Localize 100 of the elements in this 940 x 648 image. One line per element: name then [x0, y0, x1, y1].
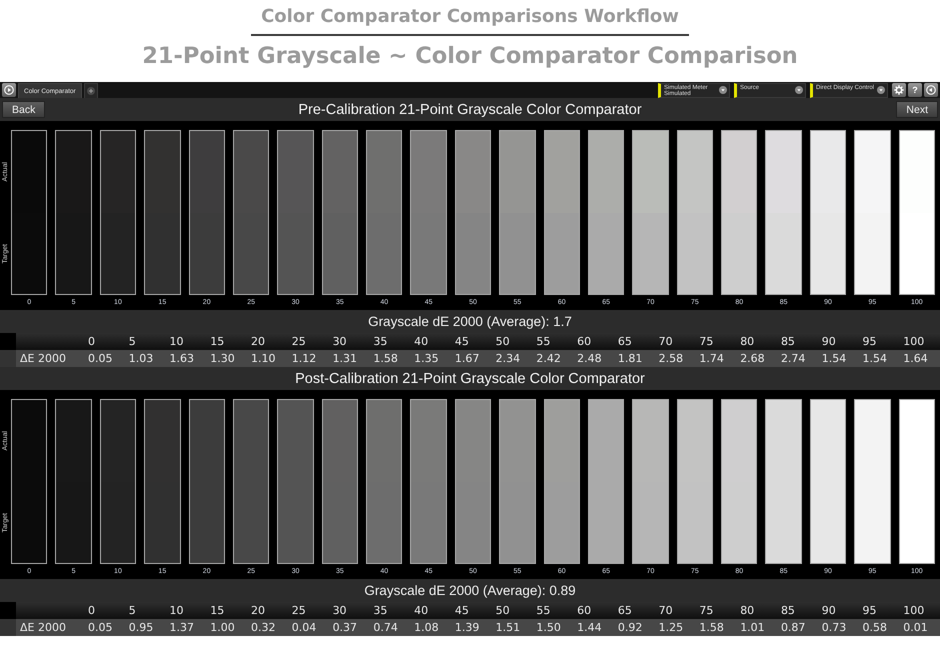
table-cell-text: 1.31 [332, 352, 358, 365]
table-cell-text: 2.34 [494, 352, 522, 365]
column-header: 10 [168, 335, 185, 348]
table-cell-text: 1.10 [250, 352, 277, 365]
column-header: 90 [820, 604, 837, 617]
row-selector [0, 619, 16, 636]
table-cell-text: 0.37 [332, 621, 358, 634]
column-header: 85 [780, 604, 796, 617]
play-button[interactable] [2, 83, 16, 97]
table-cell-text: 1.58 [372, 352, 399, 365]
table-cell-text: 1.54 [820, 352, 848, 365]
table-cell-text: 1.12 [290, 352, 318, 365]
table-cell-text: 0.05 [87, 621, 114, 634]
column-header: 40 [413, 604, 430, 617]
column-header: 95 [861, 604, 878, 617]
column-header: 70 [658, 335, 674, 348]
column-header: 65 [616, 604, 633, 617]
table-cell-text: 2.58 [658, 352, 684, 365]
column-header: 60 [576, 604, 592, 617]
table-cell-text: 1.63 [168, 352, 196, 365]
table-cell-text: 1.37 [168, 621, 196, 634]
column-header: 60 [576, 335, 592, 348]
column-header: 55 [535, 335, 552, 348]
column-header: 30 [332, 604, 348, 617]
table-cell-text: 1.74 [698, 352, 725, 365]
table-cell-text: 0.05 [87, 352, 114, 365]
column-header: 15 [209, 604, 226, 617]
table-cell-text: 1.39 [454, 621, 480, 634]
table-cell-text: 1.30 [209, 352, 236, 365]
column-header: 0 [87, 604, 96, 617]
section-title: Post-Calibration 21-Point Grayscale Color Comparator [295, 370, 645, 386]
table-cell-text: 1.51 [494, 621, 522, 634]
table-cell-text: 0.32 [250, 621, 277, 634]
column-header: 70 [658, 604, 674, 617]
table-cell-text: 1.35 [413, 352, 440, 365]
table-cell-text: 0.01 [902, 621, 929, 634]
column-header: 15 [209, 335, 226, 348]
column-header: 90 [820, 335, 837, 348]
new-tab-button[interactable] [84, 83, 98, 98]
table-cell-text: 0.58 [861, 621, 888, 634]
table-cell-text: 1.08 [413, 621, 440, 634]
corner-cell [0, 602, 16, 619]
next-button[interactable]: Next [896, 101, 938, 118]
column-header: 20 [250, 335, 266, 348]
column-header: 100 [902, 604, 926, 617]
average-summary: Grayscale dE 2000 (Average): 0.89 [364, 583, 576, 598]
table-cell-text: 0.92 [616, 621, 644, 634]
table-cell-text: 0.74 [372, 621, 399, 634]
column-header: 35 [372, 335, 388, 348]
table-cell-text: 0.04 [290, 621, 318, 634]
column-header: 20 [250, 604, 266, 617]
plus-icon [86, 87, 95, 95]
column-header: 45 [454, 335, 470, 348]
average-summary: Grayscale dE 2000 (Average): 1.7 [368, 314, 572, 329]
table-cell-text: 0.87 [780, 621, 806, 634]
dropdown-caret-icon [719, 86, 727, 94]
play-icon [4, 85, 14, 95]
table-cell-text: 1.67 [454, 352, 480, 365]
table-cell-text: 1.44 [576, 621, 603, 634]
column-header: 100 [902, 335, 926, 348]
table-cell-text: 1.64 [902, 352, 929, 365]
column-header: 80 [739, 604, 756, 617]
column-header: 55 [535, 604, 552, 617]
table-cell-text: 2.68 [739, 352, 766, 365]
settings-button[interactable] [892, 83, 906, 97]
gear-icon [894, 85, 904, 95]
section-title: Pre-Calibration 21-Point Grayscale Color Comparator [298, 102, 642, 118]
column-header: 65 [616, 335, 633, 348]
column-header: 50 [494, 604, 511, 617]
help-button[interactable]: ? [908, 83, 922, 97]
table-cell-text: 0.95 [128, 621, 154, 634]
row-header: ΔE 2000 [19, 621, 67, 634]
table-cell-text: 1.25 [658, 621, 684, 634]
corner-cell [0, 333, 16, 350]
table-cell-text: 1.00 [209, 621, 236, 634]
table-cell-text: 1.50 [535, 621, 562, 634]
column-header: 80 [739, 335, 756, 348]
column-header: 35 [372, 604, 388, 617]
back-button[interactable]: Back [2, 101, 46, 118]
column-header: 75 [698, 335, 714, 348]
column-header: 0 [87, 335, 96, 348]
column-header: 75 [698, 604, 714, 617]
column-header: 85 [780, 335, 796, 348]
column-header: 5 [128, 335, 137, 348]
collapse-button[interactable] [924, 83, 938, 97]
column-header: 5 [128, 604, 137, 617]
column-header: 95 [861, 335, 878, 348]
column-header: 40 [413, 335, 430, 348]
table-cell-text: 2.48 [576, 352, 603, 365]
table-cell-text: 1.54 [861, 352, 888, 365]
column-header: 30 [332, 335, 348, 348]
table-cell-text: 1.81 [616, 352, 644, 365]
column-header: 10 [168, 604, 185, 617]
table-cell-text: 1.01 [739, 621, 766, 634]
column-header: 50 [494, 335, 511, 348]
column-header: 45 [454, 604, 470, 617]
table-cell-text: 1.58 [698, 621, 725, 634]
table-cell-text: 2.74 [780, 352, 806, 365]
table-cell-text: 0.73 [820, 621, 848, 634]
column-header: 25 [290, 604, 307, 617]
